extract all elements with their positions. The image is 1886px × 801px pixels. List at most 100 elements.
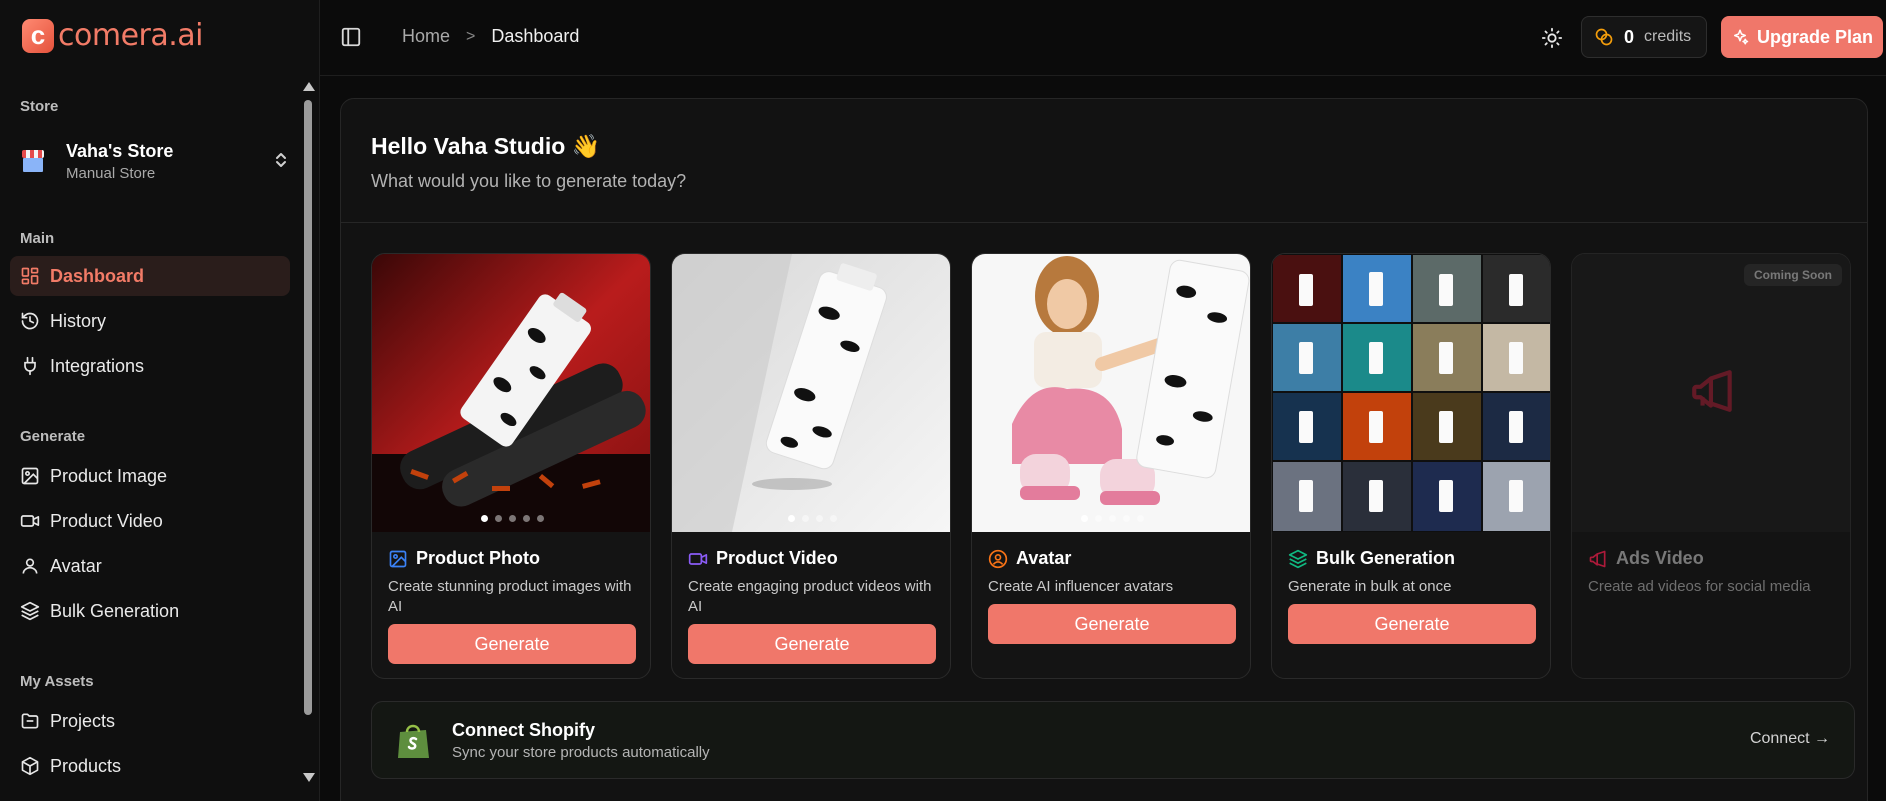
- store-section-label: Store: [20, 98, 59, 115]
- sidebar-item-label: Integrations: [50, 355, 145, 376]
- breadcrumb-separator-icon: >: [466, 27, 476, 45]
- sidebar-item-label: Bulk Generation: [50, 600, 180, 621]
- sun-icon: [1541, 27, 1563, 49]
- shopify-connect-link[interactable]: Connect →: [1750, 730, 1830, 748]
- sidebar-scroll-area: Store Vaha's Store Manual Store Main Das…: [0, 76, 320, 801]
- sidebar-item-history[interactable]: History: [10, 301, 290, 341]
- image-icon: [21, 467, 39, 485]
- scroll-up-arrow-icon[interactable]: [303, 82, 315, 91]
- plug-icon: [24, 356, 36, 376]
- user-circle-icon: [988, 549, 1008, 568]
- card-description: Create ad videos for social media: [1588, 578, 1811, 595]
- connect-shopify-banner[interactable]: Connect Shopify Sync your store products…: [371, 701, 1855, 779]
- upgrade-plan-button[interactable]: Upgrade Plan: [1721, 16, 1883, 58]
- sidebar-item-label: Products: [50, 755, 122, 776]
- credits-value: 0: [1624, 26, 1635, 47]
- product-photo-card[interactable]: Product Photo Create stunning product im…: [371, 253, 651, 679]
- folder-icon: [21, 713, 39, 729]
- sidebar-scrollbar[interactable]: [301, 78, 315, 786]
- assets-section-label: My Assets: [20, 673, 94, 690]
- greeting-heading: Hello Vaha Studio 👋: [371, 133, 600, 160]
- product-video-preview-image: [672, 254, 950, 532]
- card-title: Product Video: [688, 548, 838, 569]
- user-icon: [22, 558, 38, 574]
- logo-text: comera.ai: [58, 18, 204, 53]
- card-title: Product Photo: [388, 548, 540, 569]
- store-type: Manual Store: [66, 164, 156, 182]
- product-video-card[interactable]: Product Video Create engaging product vi…: [671, 253, 951, 679]
- dashboard-icon: [21, 267, 39, 285]
- card-description: Create stunning product images with AI: [388, 578, 632, 615]
- scrollbar-thumb[interactable]: [304, 100, 312, 715]
- store-name: Vaha's Store: [66, 140, 174, 161]
- product-photo-preview-image: [372, 254, 650, 532]
- brand-logo[interactable]: c comera.ai: [22, 18, 204, 53]
- sidebar-item-products[interactable]: Products: [10, 746, 290, 786]
- sidebar-toggle-button[interactable]: [340, 26, 362, 48]
- carousel-dots[interactable]: [672, 515, 950, 522]
- carousel-dots[interactable]: [972, 515, 1250, 522]
- sidebar-item-dashboard[interactable]: Dashboard: [10, 256, 290, 296]
- card-title-text: Product Photo: [416, 548, 540, 568]
- sidebar-item-integrations[interactable]: Integrations: [10, 346, 290, 386]
- card-title: Ads Video: [1588, 548, 1704, 569]
- avatar-preview-image: [972, 254, 1250, 532]
- divider: [341, 222, 1867, 223]
- sidebar-item-label: Projects: [50, 710, 116, 731]
- generate-avatar-button[interactable]: Generate: [988, 604, 1236, 644]
- breadcrumb: Home > Dashboard: [402, 26, 579, 47]
- history-icon: [21, 312, 39, 330]
- breadcrumb-home-link[interactable]: Home: [402, 26, 450, 47]
- megaphone-icon: [1692, 370, 1732, 412]
- breadcrumb-current: Dashboard: [491, 26, 580, 46]
- video-icon: [20, 515, 40, 527]
- main-section-label: Main: [20, 230, 55, 247]
- video-icon: [688, 552, 708, 565]
- sidebar-item-product-image[interactable]: Product Image: [10, 456, 290, 496]
- dashboard-panel: Hello Vaha Studio 👋 What would you like …: [340, 98, 1868, 801]
- image-icon: [389, 550, 407, 567]
- shopify-subtitle: Sync your store products automatically: [452, 744, 710, 761]
- logo-mark: c: [22, 18, 54, 53]
- generate-section-label: Generate: [20, 428, 86, 445]
- sidebar-item-avatar[interactable]: Avatar: [10, 546, 290, 586]
- main-content: Home > Dashboard 0 credits Upgrade Plan …: [320, 0, 1886, 801]
- sparkles-icon: [1733, 29, 1749, 45]
- bulk-generation-card[interactable]: Bulk Generation Generate in bulk at once…: [1271, 253, 1551, 679]
- greeting-subtitle: What would you like to generate today?: [371, 171, 687, 191]
- shopify-bag-icon: [398, 724, 429, 758]
- card-title-text: Avatar: [1016, 548, 1072, 568]
- coins-icon: [1595, 28, 1613, 46]
- box-icon: [21, 756, 39, 776]
- card-title-text: Ads Video: [1616, 548, 1704, 568]
- sidebar-toggle-icon: [341, 27, 361, 47]
- megaphone-icon: [1589, 550, 1606, 567]
- store-switcher[interactable]: Vaha's Store Manual Store: [20, 134, 288, 188]
- credits-badge[interactable]: 0 credits: [1581, 16, 1707, 58]
- card-title-text: Bulk Generation: [1316, 548, 1456, 568]
- carousel-dots[interactable]: [372, 515, 650, 522]
- sidebar-item-label: Dashboard: [50, 265, 145, 286]
- greeting-text: Hello Vaha Studio: [371, 133, 566, 159]
- sidebar-item-label: Product Video: [50, 510, 163, 531]
- generate-product-video-button[interactable]: Generate: [688, 624, 936, 664]
- generate-product-photo-button[interactable]: Generate: [388, 624, 636, 664]
- sidebar: c comera.ai Store Vaha's Store Manual St…: [0, 0, 320, 801]
- scroll-down-arrow-icon[interactable]: [303, 773, 315, 782]
- app-root: c comera.ai Store Vaha's Store Manual St…: [0, 0, 1886, 801]
- avatar-card[interactable]: Avatar Create AI influencer avatars Gene…: [971, 253, 1251, 679]
- sidebar-item-bulk-generation[interactable]: Bulk Generation: [10, 591, 290, 631]
- card-description: Create AI influencer avatars: [988, 578, 1174, 595]
- upgrade-plan-label: Upgrade Plan: [1756, 26, 1874, 47]
- sidebar-item-projects[interactable]: Projects: [10, 701, 290, 741]
- layers-icon: [20, 601, 40, 621]
- card-description: Create engaging product videos with AI: [688, 578, 932, 615]
- card-title: Avatar: [988, 548, 1071, 569]
- store-icon: [20, 148, 46, 174]
- card-title: Bulk Generation: [1288, 548, 1455, 569]
- theme-toggle-button[interactable]: [1541, 27, 1563, 49]
- sidebar-item-product-video[interactable]: Product Video: [10, 501, 290, 541]
- topbar: Home > Dashboard 0 credits Upgrade Plan: [320, 0, 1886, 76]
- chevron-updown-icon: [274, 150, 288, 170]
- generate-bulk-button[interactable]: Generate: [1288, 604, 1536, 644]
